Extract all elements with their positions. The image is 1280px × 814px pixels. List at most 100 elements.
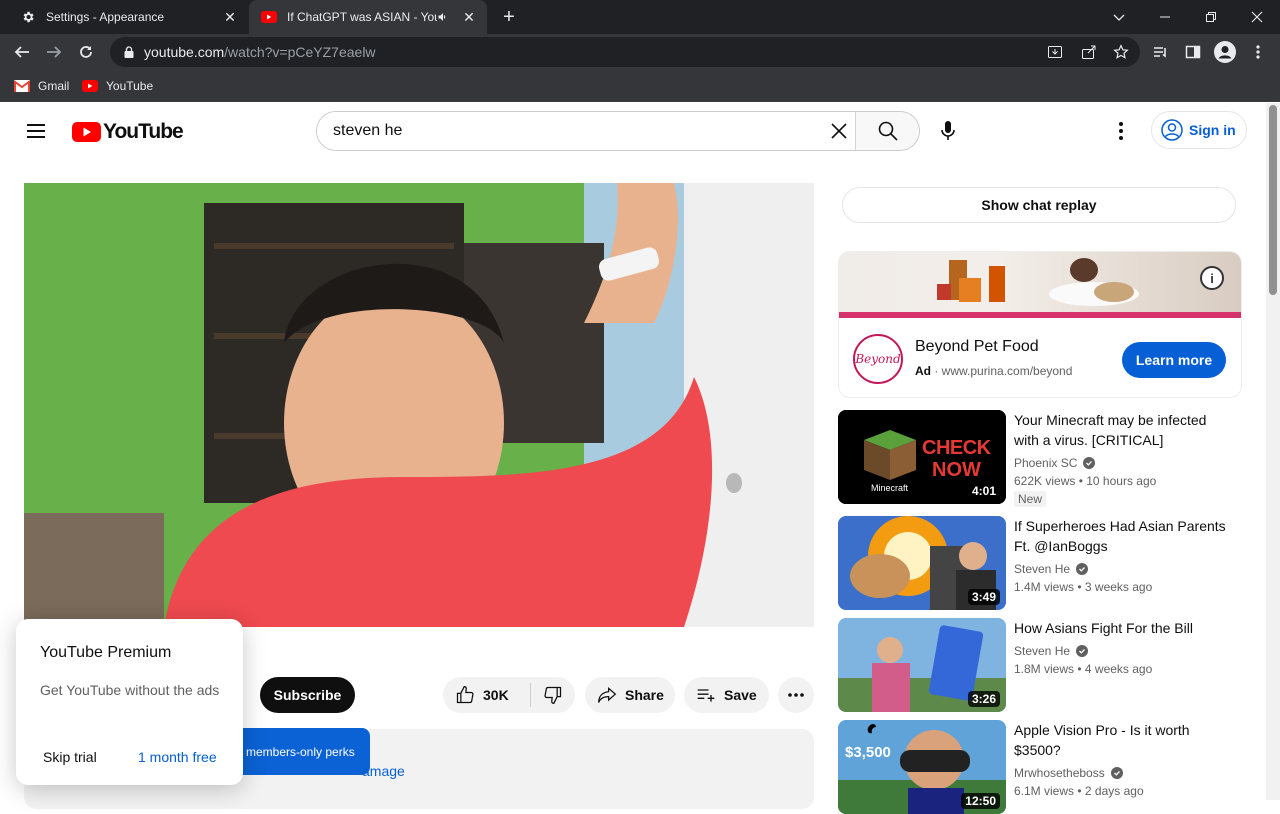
video-title[interactable]: Apple Vision Pro - Is it worth $3500?	[1014, 720, 1234, 760]
more-actions-button[interactable]	[778, 677, 814, 713]
search-button[interactable]	[855, 112, 919, 150]
thumbs-down-icon	[544, 686, 562, 704]
close-icon[interactable]: ✕	[220, 7, 240, 27]
video-thumbnail[interactable]: 3:49	[838, 516, 1006, 610]
install-icon[interactable]	[1047, 44, 1063, 60]
verified-icon	[1110, 767, 1123, 779]
channel-label: Steven He	[1014, 562, 1071, 576]
thumbs-up-icon	[456, 686, 474, 704]
side-panel-icon[interactable]	[1179, 38, 1207, 66]
reading-list-icon[interactable]	[1146, 38, 1174, 66]
channel-name[interactable]: Steven He	[1014, 644, 1089, 658]
upload-age: 4 weeks ago	[1084, 662, 1153, 676]
recommended-video[interactable]: 3:26 How Asians Fight For the Bill Steve…	[838, 618, 1248, 712]
like-count: 30K	[483, 687, 509, 703]
advertiser-logo[interactable]: Beyond	[853, 334, 903, 384]
channel-name[interactable]: Mrwhosetheboss	[1014, 766, 1123, 780]
masthead: YouTube Sign in	[0, 103, 1264, 159]
lock-icon[interactable]	[122, 46, 136, 58]
view-count: 1.4M views	[1014, 580, 1075, 594]
star-icon[interactable]	[1113, 44, 1129, 60]
upload-age: 10 hours ago	[1086, 474, 1157, 488]
ad-meta: Ad · www.purina.com/beyond	[915, 364, 1073, 378]
show-chat-replay-button[interactable]: Show chat replay	[842, 187, 1236, 223]
channel-name[interactable]: Steven He	[1014, 562, 1089, 576]
dislike-button[interactable]	[531, 685, 575, 705]
microphone-icon	[941, 121, 955, 140]
thumb-text-minecraft: Minecraft	[871, 483, 909, 493]
bookmark-gmail[interactable]: Gmail	[14, 76, 69, 96]
back-button[interactable]	[8, 38, 36, 66]
bookmark-youtube[interactable]: YouTube	[82, 76, 153, 96]
address-bar[interactable]: youtube.com/watch?v=pCeYZ7eaelw	[110, 37, 1140, 67]
learn-more-button[interactable]: Learn more	[1122, 342, 1226, 378]
view-count: 1.8M views	[1014, 662, 1075, 676]
page-scrollbar[interactable]	[1266, 103, 1280, 800]
scrollbar-thumb[interactable]	[1269, 105, 1277, 295]
subscribe-button[interactable]: Subscribe	[260, 677, 355, 713]
free-trial-button[interactable]: 1 month free	[138, 749, 217, 765]
close-icon[interactable]: ✕	[459, 7, 479, 27]
video-thumbnail[interactable]: 3:26	[838, 618, 1006, 712]
url-path: /watch?v=pCeYZ7eaelw	[224, 44, 376, 60]
bookmark-label: YouTube	[106, 79, 154, 93]
settings-menu-icon[interactable]	[1108, 115, 1134, 147]
speaker-icon[interactable]	[437, 11, 449, 23]
video-title[interactable]: How Asians Fight For the Bill	[1014, 618, 1234, 638]
clear-search-icon[interactable]	[823, 112, 855, 150]
forward-button[interactable]	[40, 38, 68, 66]
video-player[interactable]	[24, 183, 814, 627]
gear-icon	[20, 9, 36, 25]
members-perks-button[interactable]: members-only perks	[236, 728, 370, 775]
reload-button[interactable]	[72, 38, 100, 66]
gmail-icon	[14, 80, 30, 92]
ad-card[interactable]: i Beyond Beyond Pet Food Ad · www.purina…	[838, 251, 1242, 398]
search-input[interactable]	[317, 112, 823, 150]
recommended-video[interactable]: CHECK NOW Minecraft 4:01 Your Minecraft …	[838, 410, 1248, 507]
view-count: 622K views	[1014, 474, 1076, 488]
voice-search-button[interactable]	[932, 115, 964, 147]
youtube-logo[interactable]: YouTube	[72, 120, 184, 144]
ad-banner-image[interactable]	[839, 252, 1241, 318]
channel-name[interactable]: Phoenix SC	[1014, 456, 1096, 470]
share-icon[interactable]	[1081, 44, 1097, 60]
tab-settings[interactable]: Settings - Appearance ✕	[8, 0, 248, 34]
tab-search-button[interactable]	[1096, 0, 1142, 34]
share-button[interactable]: Share	[585, 677, 675, 713]
recommended-video[interactable]: 3:49 If Superheroes Had Asian Parents Ft…	[838, 516, 1248, 610]
video-title[interactable]: If Superheroes Had Asian Parents Ft. @Ia…	[1014, 516, 1234, 556]
thumb-text-now: NOW	[932, 459, 981, 481]
search-box	[316, 111, 920, 151]
verified-icon	[1083, 457, 1096, 469]
video-meta: 1.4M views • 3 weeks ago	[1014, 580, 1153, 594]
menu-icon[interactable]	[20, 115, 52, 147]
upload-age: 2 days ago	[1084, 784, 1144, 798]
tab-youtube-video[interactable]: If ChatGPT was ASIAN - YouTube ✕	[249, 0, 487, 34]
manage-link[interactable]: amage	[362, 763, 405, 779]
view-count: 6.1M views	[1014, 784, 1075, 798]
like-button[interactable]: 30K	[443, 683, 531, 707]
close-window-button[interactable]	[1234, 0, 1280, 34]
sign-in-button[interactable]: Sign in	[1151, 111, 1247, 149]
video-duration: 3:49	[967, 589, 1000, 605]
new-badge: New	[1014, 491, 1047, 507]
video-thumbnail[interactable]: CHECK NOW Minecraft 4:01	[838, 410, 1006, 504]
restore-button[interactable]	[1188, 0, 1234, 34]
bookmarks-bar: Gmail YouTube	[0, 70, 1280, 102]
advertiser-name[interactable]: Beyond Pet Food	[915, 338, 1039, 356]
skip-trial-button[interactable]: Skip trial	[43, 749, 97, 765]
new-tab-button[interactable]: +	[498, 6, 520, 28]
info-icon[interactable]: i	[1200, 266, 1224, 290]
profile-icon[interactable]	[1211, 38, 1239, 66]
video-title[interactable]: Your Minecraft may be infected with a vi…	[1014, 410, 1234, 450]
browser-menu-icon[interactable]	[1244, 38, 1272, 66]
save-button[interactable]: Save	[684, 677, 769, 713]
channel-label: Mrwhosetheboss	[1014, 766, 1105, 780]
channel-label: Steven He	[1014, 644, 1071, 658]
channel-label: Phoenix SC	[1014, 456, 1078, 470]
search-icon	[878, 121, 898, 141]
ad-banner-art	[937, 258, 1139, 306]
youtube-page: YouTube Sign in	[0, 103, 1280, 814]
minimize-button[interactable]	[1142, 0, 1188, 34]
like-dislike-group: 30K	[443, 677, 575, 713]
